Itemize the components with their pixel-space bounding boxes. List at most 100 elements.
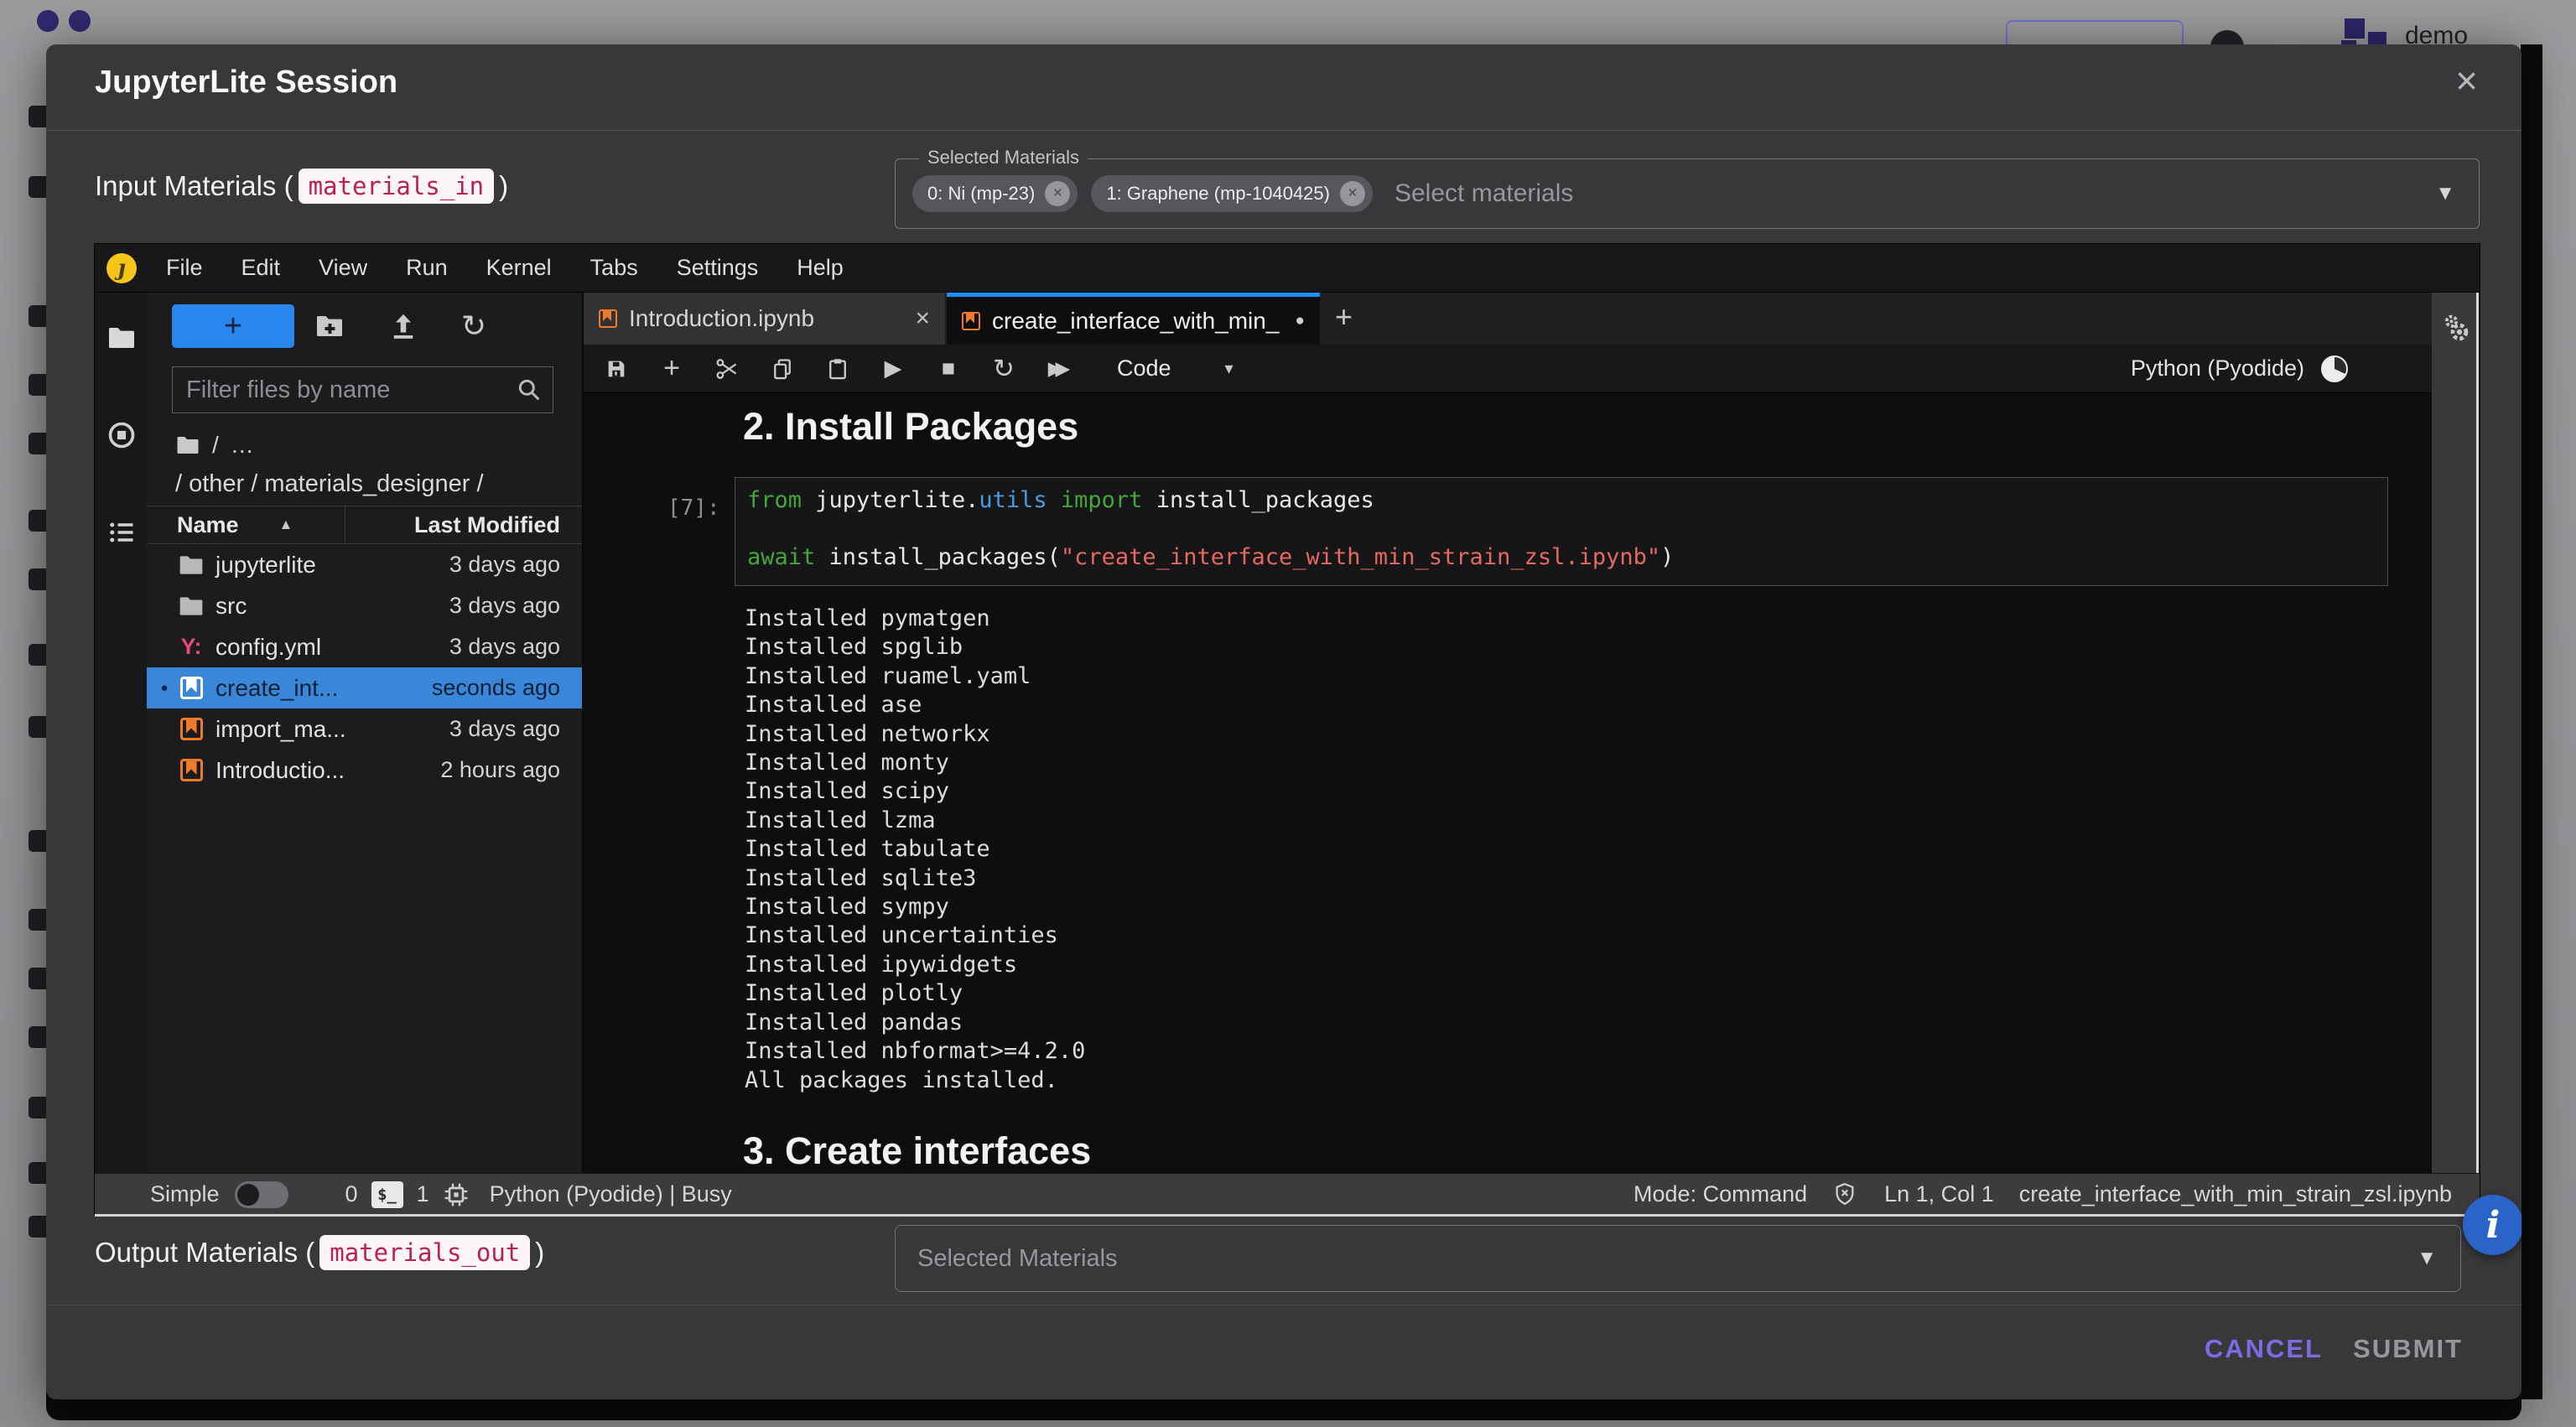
command-mode-indicator[interactable]: Mode: Command — [1633, 1181, 1807, 1207]
restart-icon[interactable]: ↻ — [991, 356, 1016, 381]
cut-icon[interactable] — [714, 356, 740, 381]
terminal-count: 0 — [345, 1181, 358, 1207]
new-launcher-button[interactable]: + — [172, 304, 294, 348]
materials-out-code-chip: materials_out — [319, 1235, 530, 1270]
tab-label: Introduction.ipynb — [629, 305, 814, 332]
file-row[interactable]: ● Y: import_ma... 3 days ago — [147, 708, 582, 750]
menu-item[interactable]: Help — [777, 255, 863, 281]
kernel-name[interactable]: Python (Pyodide) — [2131, 355, 2304, 381]
file-modified: 3 days ago — [449, 593, 582, 619]
copy-icon[interactable] — [770, 356, 795, 381]
kernel-status[interactable]: Python (Pyodide) | Busy — [490, 1181, 732, 1207]
menu-item[interactable]: Tabs — [571, 255, 657, 281]
file-filter-input[interactable] — [173, 376, 516, 404]
upload-icon[interactable] — [388, 311, 418, 341]
app-logo — [37, 10, 59, 32]
output-materials-dropdown[interactable]: Selected Materials ▼ — [895, 1225, 2461, 1292]
stop-icon[interactable]: ■ — [936, 356, 961, 381]
search-icon — [516, 376, 543, 403]
cursor-position[interactable]: Ln 1, Col 1 — [1884, 1181, 1994, 1207]
file-list: ● Y: jupyterlite 3 days ago ● — [147, 544, 582, 791]
cell-type-select[interactable]: Code — [1117, 355, 1171, 381]
code-line-2: await install_packages("create_interface… — [747, 544, 1674, 570]
menu-item[interactable]: Kernel — [467, 255, 571, 281]
table-of-contents-icon[interactable] — [106, 517, 137, 547]
file-row[interactable]: ● Y: jupyterlite 3 days ago — [147, 544, 582, 585]
material-chip[interactable]: 1: Graphene (mp-1040425) × — [1091, 175, 1373, 212]
paste-icon[interactable] — [825, 356, 850, 381]
breadcrumb-path[interactable]: / other / materials_designer / — [175, 470, 484, 498]
new-folder-icon[interactable] — [314, 311, 345, 341]
code-cell[interactable]: from jupyterlite.utils import install_pa… — [735, 477, 2388, 586]
notebook-content[interactable]: 2. Install Packages [7]: from jupyterlit… — [584, 393, 2432, 1173]
output-line: Installed networkx — [745, 720, 1085, 749]
kernel-cpu-icon[interactable] — [443, 1181, 470, 1208]
file-row[interactable]: ● Y: config.yml 3 days ago — [147, 626, 582, 667]
breadcrumb-ellipsis[interactable]: … — [231, 432, 254, 459]
new-tab-icon[interactable]: + — [1335, 299, 1353, 335]
output-line: Installed tabulate — [745, 835, 1085, 864]
selected-materials-legend: Selected Materials — [919, 147, 1088, 169]
menu-item[interactable]: View — [299, 255, 387, 281]
terminal-icon[interactable]: $_ — [371, 1181, 403, 1208]
insert-cell-icon[interactable]: + — [659, 356, 684, 381]
menu-item[interactable]: Edit — [222, 255, 300, 281]
info-button[interactable]: i — [2463, 1195, 2521, 1255]
selected-materials-combobox[interactable]: Selected Materials 0: Ni (mp-23) × 1: Gr… — [895, 158, 2480, 229]
jupyter-statusbar: Simple 0 $_ 1 Python (Pyodide) | Busy Mo… — [95, 1173, 2480, 1217]
file-row[interactable]: ● Y: create_int... seconds ago — [147, 667, 582, 708]
save-icon[interactable] — [604, 356, 629, 381]
output-line: All packages installed. — [745, 1066, 1085, 1095]
file-row[interactable]: ● Y: src 3 days ago — [147, 585, 582, 626]
tab-introduction[interactable]: Introduction.ipynb × — [584, 293, 946, 345]
column-name[interactable]: Name — [177, 512, 239, 538]
jupyterlite-session-dialog: JupyterLite Session × Input Materials (m… — [46, 44, 2521, 1399]
menu-item[interactable]: Run — [387, 255, 467, 281]
file-list-header: Name ▲ Last Modified — [147, 506, 582, 544]
yaml-file-icon: Y: — [177, 633, 205, 662]
refresh-icon[interactable]: ↻ — [459, 311, 489, 341]
section-heading: 2. Install Packages — [743, 405, 1078, 449]
jupyter-left-activitybar — [95, 293, 147, 1173]
file-name: Introductio... — [216, 757, 345, 784]
select-materials-placeholder[interactable]: Select materials — [1394, 179, 1573, 208]
folder-icon[interactable] — [175, 433, 200, 458]
property-inspector-gears-icon[interactable] — [2440, 313, 2472, 345]
menu-item[interactable]: File — [147, 255, 222, 281]
menu-item[interactable]: Settings — [657, 255, 778, 281]
file-modified: 3 days ago — [449, 716, 582, 742]
execution-count: [7]: — [667, 496, 720, 521]
cancel-button[interactable]: CANCEL — [2205, 1334, 2323, 1364]
running-sessions-icon[interactable] — [106, 420, 137, 450]
file-row[interactable]: ● Y: Introductio... 2 hours ago — [147, 750, 582, 791]
file-name: config.yml — [216, 634, 321, 661]
run-icon[interactable]: ▶ — [880, 356, 906, 381]
tab-close-icon[interactable]: × — [915, 304, 930, 333]
simple-mode-toggle[interactable] — [235, 1181, 288, 1208]
code-token: from — [747, 487, 802, 513]
column-last-modified[interactable]: Last Modified — [414, 512, 560, 538]
file-modified: 3 days ago — [449, 634, 582, 660]
kernel-running-dot: ● — [153, 681, 175, 695]
material-chip[interactable]: 0: Ni (mp-23) × — [912, 175, 1078, 212]
run-all-icon[interactable]: ▶▶ — [1046, 356, 1072, 381]
chip-delete-icon[interactable]: × — [1340, 181, 1365, 206]
file-name: src — [216, 593, 247, 620]
folder-icon — [177, 551, 205, 579]
shield-x-icon[interactable] — [1832, 1181, 1859, 1208]
submit-button[interactable]: SUBMIT — [2353, 1334, 2463, 1364]
chevron-down-icon[interactable]: ▾ — [1225, 358, 1233, 379]
output-line: Installed ruamel.yaml — [745, 662, 1085, 691]
file-filter-box — [172, 366, 553, 413]
tab-create-interface[interactable]: create_interface_with_min_ ● — [947, 293, 1320, 345]
code-token: install_packages( — [815, 544, 1061, 570]
code-token — [1047, 487, 1061, 513]
code-token: "create_interface_with_min_strain_zsl.ip… — [1061, 544, 1660, 570]
chip-delete-icon[interactable]: × — [1045, 181, 1070, 206]
folder-icon[interactable] — [106, 323, 137, 353]
jupyter-menubar: ȷ FileEditViewRunKernelTabsSettingsHelp — [95, 244, 2480, 293]
dialog-title: JupyterLite Session — [95, 65, 397, 101]
breadcrumb-root[interactable]: / — [212, 432, 219, 459]
close-icon[interactable]: × — [2455, 61, 2478, 100]
notebook-file-icon — [177, 715, 205, 744]
